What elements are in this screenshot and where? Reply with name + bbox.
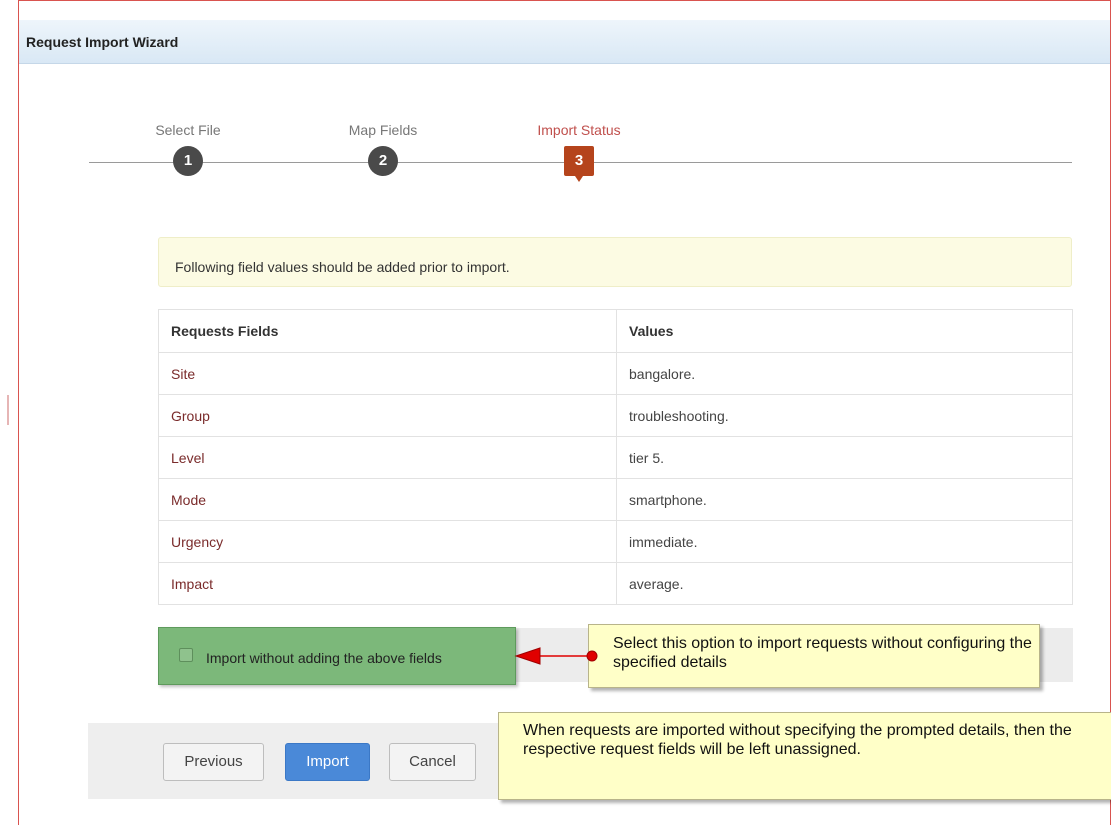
column-header-fields: Requests Fields xyxy=(158,309,617,353)
column-header-values: Values xyxy=(616,309,1073,353)
option-hint-text: Select this option to import requests wi… xyxy=(613,635,1032,671)
field-name: Mode xyxy=(158,478,617,521)
step-number-badge: 1 xyxy=(173,146,203,176)
import-without-fields-checkbox[interactable] xyxy=(179,648,193,662)
import-without-fields-label[interactable]: Import without adding the above fields xyxy=(206,650,442,666)
field-name: Urgency xyxy=(158,520,617,563)
table-row: Level tier 5. xyxy=(158,436,1073,479)
import-hint-callout: When requests are imported without speci… xyxy=(498,712,1111,800)
table-row: Group troubleshooting. xyxy=(158,394,1073,437)
table-row: Mode smartphone. xyxy=(158,478,1073,521)
table-row: Site bangalore. xyxy=(158,352,1073,395)
notice-box: Following field values should be added p… xyxy=(158,237,1072,287)
field-value: tier 5. xyxy=(616,436,1073,479)
notice-text: Following field values should be added p… xyxy=(175,259,510,275)
title-bar: Request Import Wizard xyxy=(19,20,1110,64)
callout-arrow-icon xyxy=(514,647,598,665)
table-row: Impact average. xyxy=(158,562,1073,605)
field-value: average. xyxy=(616,562,1073,605)
option-hint-callout: Select this option to import requests wi… xyxy=(588,624,1040,688)
step-number-badge: 2 xyxy=(368,146,398,176)
step-label: Map Fields xyxy=(348,122,418,138)
step-label: Import Status xyxy=(537,122,621,138)
import-hint-text: When requests are imported without speci… xyxy=(523,722,1072,758)
field-value: troubleshooting. xyxy=(616,394,1073,437)
field-name: Site xyxy=(158,352,617,395)
step-import-status: Import Status 3 xyxy=(524,122,634,182)
import-without-fields-option[interactable]: Import without adding the above fields xyxy=(158,627,516,685)
field-value: immediate. xyxy=(616,520,1073,563)
edge-marker xyxy=(7,395,9,425)
field-value: smartphone. xyxy=(616,478,1073,521)
step-map-fields[interactable]: Map Fields 2 xyxy=(328,122,438,176)
step-number-badge: 3 xyxy=(564,146,594,182)
fields-table: Requests Fields Values Site bangalore. G… xyxy=(158,309,1073,605)
import-button[interactable]: Import xyxy=(285,743,370,781)
step-label: Select File xyxy=(155,122,221,138)
field-name: Impact xyxy=(158,562,617,605)
field-value: bangalore. xyxy=(616,352,1073,395)
step-select-file[interactable]: Select File 1 xyxy=(133,122,243,176)
table-header-row: Requests Fields Values xyxy=(158,309,1073,353)
field-name: Group xyxy=(158,394,617,437)
previous-button[interactable]: Previous xyxy=(163,743,264,781)
field-name: Level xyxy=(158,436,617,479)
table-row: Urgency immediate. xyxy=(158,520,1073,563)
window-title: Request Import Wizard xyxy=(26,34,179,50)
cancel-button[interactable]: Cancel xyxy=(389,743,476,781)
